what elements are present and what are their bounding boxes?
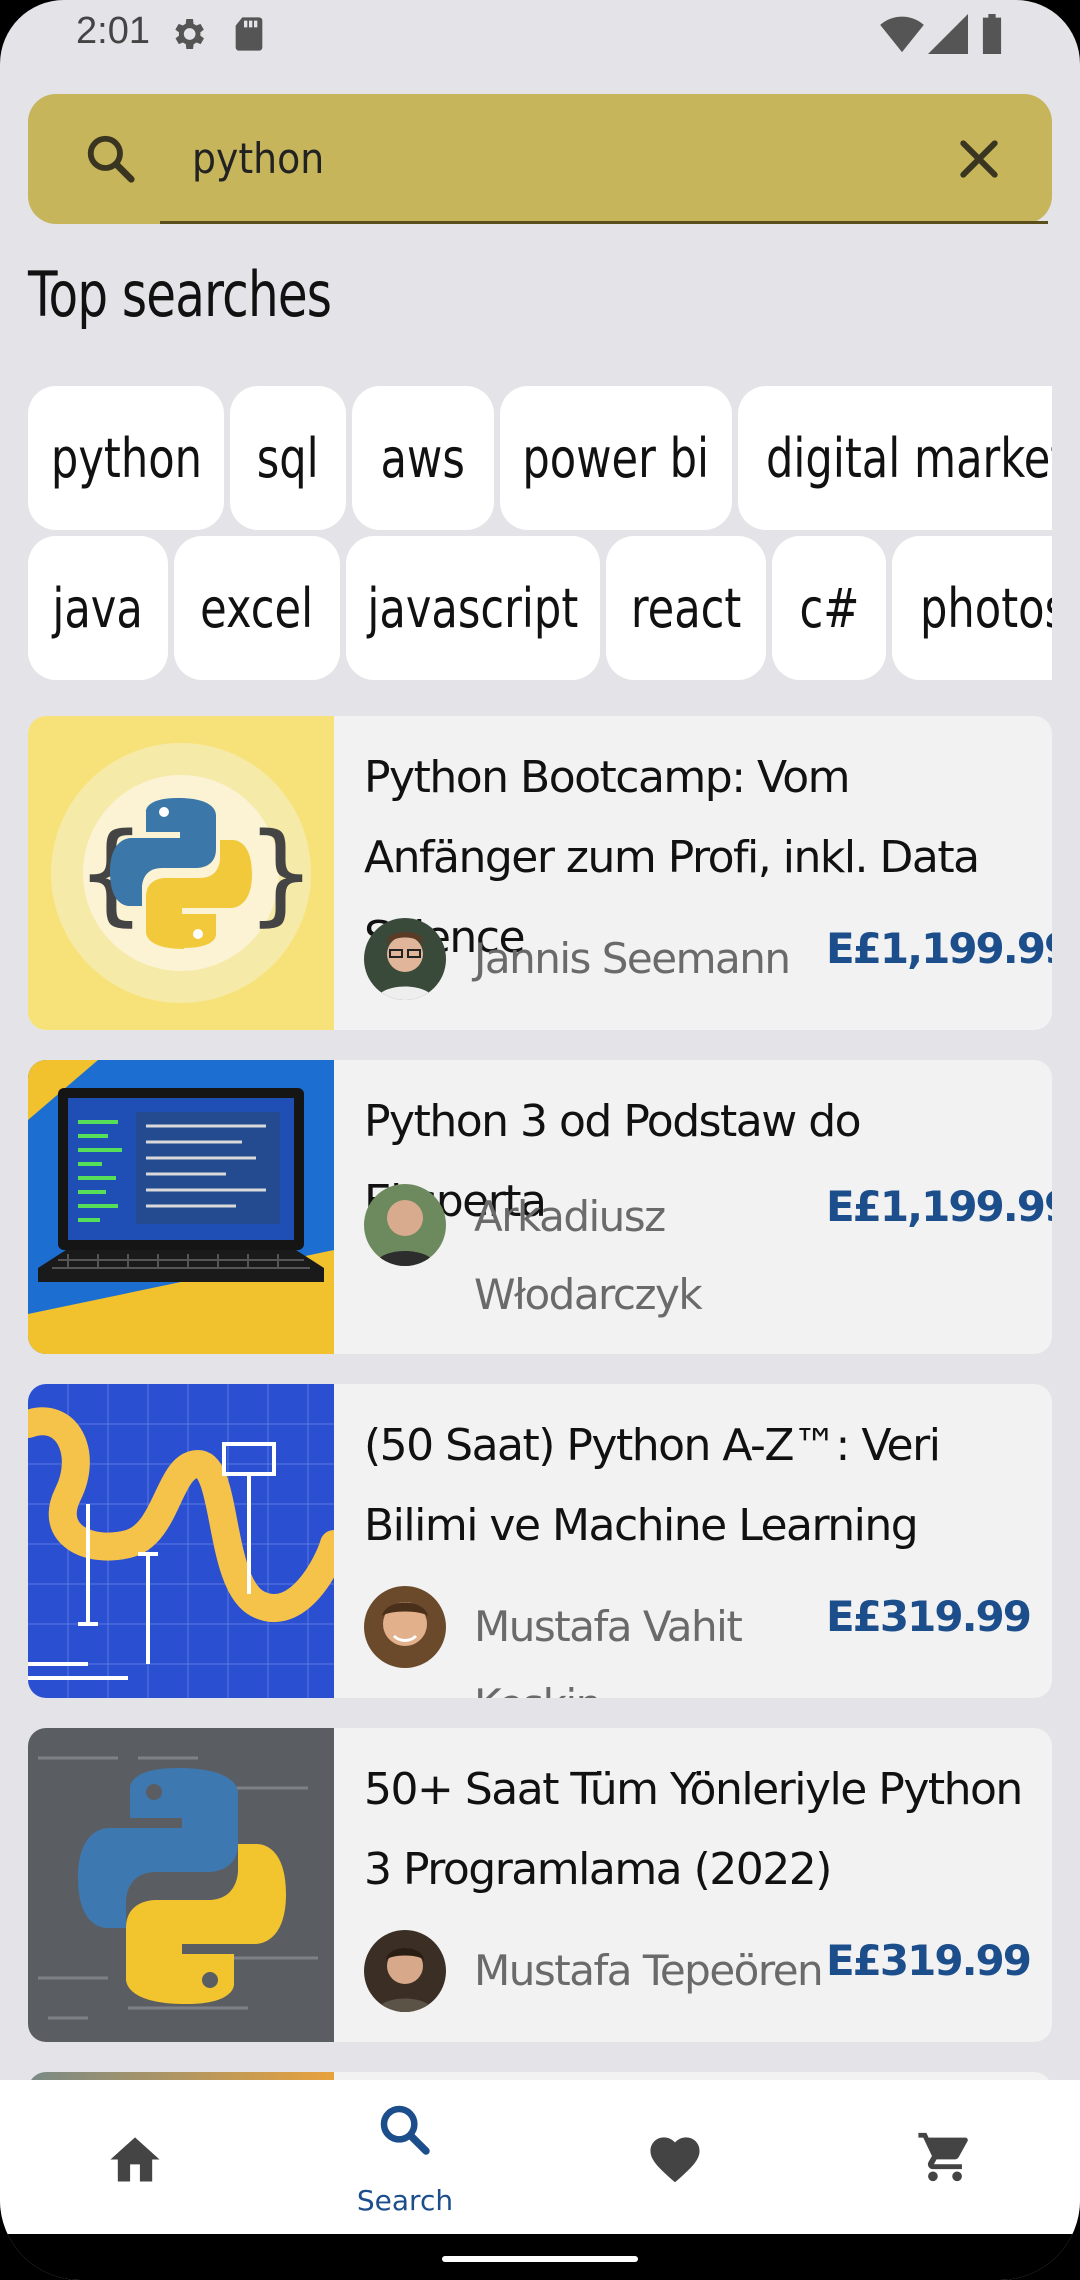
- close-icon[interactable]: [952, 132, 1006, 186]
- course-card[interactable]: Python 3 od Podstaw do Eksperta Arkadius…: [28, 1060, 1052, 1354]
- chip-java[interactable]: java: [28, 536, 168, 680]
- chip-digital-marketing[interactable]: digital marketi: [738, 386, 1052, 530]
- course-thumbnail: { }: [28, 716, 334, 1030]
- nav-home[interactable]: [0, 2080, 270, 2234]
- home-indicator[interactable]: [442, 2256, 638, 2262]
- nav-search[interactable]: Search: [270, 2080, 540, 2234]
- home-icon: [110, 2137, 160, 2182]
- chip-javascript[interactable]: javascript: [346, 536, 600, 680]
- course-thumbnail: [28, 1060, 334, 1354]
- search-icon: [380, 2105, 430, 2155]
- course-price: E£1,199.99: [826, 1182, 1052, 1231]
- search-input[interactable]: [178, 126, 966, 190]
- course-card[interactable]: (50 Saat) Python A-Z™: Veri Bilimi ve Ma…: [28, 1384, 1052, 1698]
- course-price: E£319.99: [826, 1592, 1032, 1641]
- cart-icon: [918, 2132, 968, 2182]
- nav-search-label: Search: [356, 2184, 454, 2217]
- instructor-name: Jannis Seemann: [474, 934, 791, 983]
- nav-cart[interactable]: [810, 2080, 1080, 2234]
- top-searches-title: Top searches: [28, 258, 332, 331]
- battery-icon: [982, 14, 1002, 54]
- course-thumbnail: [28, 1384, 334, 1698]
- search-bar: [28, 94, 1052, 224]
- chip-react[interactable]: react: [606, 536, 766, 680]
- settings-icon: [175, 19, 204, 49]
- instructor-name: Arkadiusz Włodarczyk: [474, 1192, 703, 1319]
- course-card[interactable]: { } Python Bootcamp: Vom Anfänger zum Pr…: [28, 716, 1052, 1030]
- chip-excel[interactable]: excel: [174, 536, 340, 680]
- avatar: [364, 1930, 446, 2012]
- heart-icon: [650, 2137, 700, 2183]
- avatar: [364, 1586, 446, 1668]
- chip-python[interactable]: python: [28, 386, 224, 530]
- search-icon[interactable]: [84, 132, 138, 186]
- course-title: (50 Saat) Python A-Z™: Veri Bilimi ve Ma…: [364, 1420, 941, 1551]
- screen: 2:01 Top searches python: [0, 0, 1080, 2280]
- instructor-name: Mustafa Vahit Keskin: [474, 1602, 743, 1698]
- chip-sql[interactable]: sql: [230, 386, 346, 530]
- chip-aws[interactable]: aws: [352, 386, 494, 530]
- status-bar: 2:01: [0, 0, 1080, 72]
- svg-text:}: }: [246, 809, 316, 937]
- chip-photoshop[interactable]: photos: [892, 536, 1052, 680]
- course-card[interactable]: 50+ Saat Tüm Yönleriyle Python 3 Program…: [28, 1728, 1052, 2042]
- avatar: [364, 1184, 446, 1266]
- cell-signal-icon: [928, 14, 968, 54]
- instructor-name: Mustafa Tepeören: [474, 1946, 824, 1995]
- sd-card-icon: [235, 17, 263, 51]
- chips-row-1: python sql aws power bi digital marketi: [28, 386, 1052, 530]
- nav-wishlist[interactable]: [540, 2080, 810, 2234]
- wifi-icon: [880, 16, 924, 53]
- status-time: 2:01: [76, 10, 150, 52]
- avatar: [364, 918, 446, 1000]
- course-price: E£1,199.99: [826, 924, 1052, 973]
- search-underline: [160, 221, 1048, 224]
- chips-row-2: java excel javascript react c# photos: [28, 536, 1052, 680]
- course-title: 50+ Saat Tüm Yönleriyle Python 3 Program…: [364, 1764, 1023, 1895]
- chip-power-bi[interactable]: power bi: [500, 386, 732, 530]
- bottom-navigation: Search: [0, 2080, 1080, 2234]
- course-thumbnail: [28, 1728, 334, 2042]
- course-price: E£319.99: [826, 1936, 1032, 1985]
- chip-csharp[interactable]: c#: [772, 536, 886, 680]
